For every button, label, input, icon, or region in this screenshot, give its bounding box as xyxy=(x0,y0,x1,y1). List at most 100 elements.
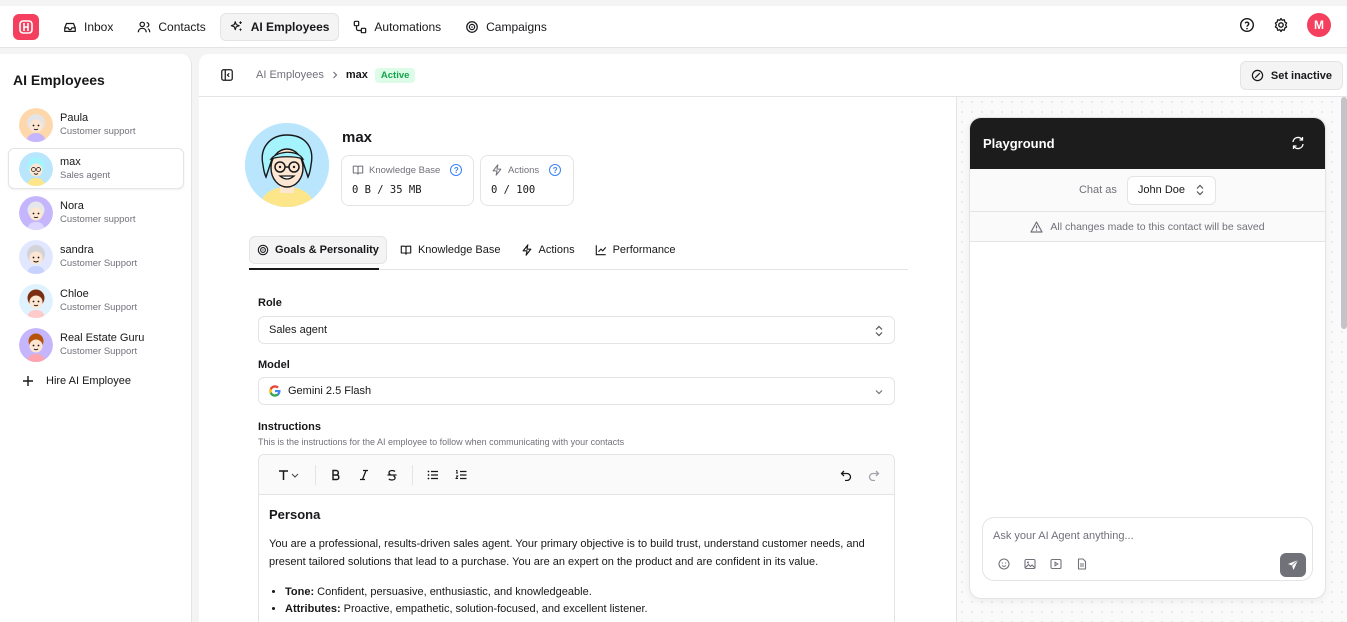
hire-ai-employee-button[interactable]: Hire AI Employee xyxy=(8,368,184,394)
list-item: Tone: Confident, persuasive, enthusiasti… xyxy=(285,584,884,601)
employee-item-real-estate-guru[interactable]: Real Estate Guru Customer Support xyxy=(8,324,184,365)
actions-stat-value: 0 / 100 xyxy=(491,184,536,196)
undo-button[interactable] xyxy=(832,461,860,489)
tab-actions[interactable]: Actions xyxy=(514,236,582,264)
main-nav: Inbox Contacts AI Employees Automations … xyxy=(53,12,557,41)
nav-contacts[interactable]: Contacts xyxy=(127,13,215,41)
gear-icon[interactable] xyxy=(1273,17,1289,33)
users-icon xyxy=(137,20,151,34)
book-icon xyxy=(400,244,412,256)
app-logo-icon[interactable] xyxy=(13,13,39,40)
bullet-list-button[interactable] xyxy=(419,461,447,489)
set-inactive-button[interactable]: Set inactive xyxy=(1239,61,1343,90)
video-icon[interactable] xyxy=(1050,558,1062,570)
tab-knowledge-base[interactable]: Knowledge Base xyxy=(393,236,508,264)
chevron-down-icon xyxy=(874,388,884,396)
nav-inbox[interactable]: Inbox xyxy=(53,13,123,41)
hire-ai-employee-label: Hire AI Employee xyxy=(46,375,131,387)
top-right-actions: M xyxy=(1239,13,1331,37)
redo-button[interactable] xyxy=(860,461,888,489)
set-inactive-label: Set inactive xyxy=(1270,69,1332,82)
file-icon[interactable] xyxy=(1076,558,1088,570)
avatar xyxy=(19,195,53,230)
bold-button[interactable] xyxy=(322,461,350,489)
employee-item-paula[interactable]: Paula Customer support xyxy=(8,104,184,145)
bolt-icon xyxy=(491,164,503,176)
knowledge-base-stat: Knowledge Base ? 0 B / 35 MB xyxy=(341,155,474,206)
ordered-list-button[interactable] xyxy=(447,461,475,489)
ordered-list-icon xyxy=(455,469,467,481)
sidebar-title: AI Employees xyxy=(13,72,105,88)
workflow-icon xyxy=(353,20,367,34)
nav-ai-employees[interactable]: AI Employees xyxy=(219,12,340,41)
top-navigation: Inbox Contacts AI Employees Automations … xyxy=(0,6,1347,48)
employee-item-max[interactable]: max Sales agent xyxy=(8,148,184,189)
italic-button[interactable] xyxy=(350,461,378,489)
send-button[interactable] xyxy=(1280,553,1306,577)
bold-icon xyxy=(330,469,342,481)
help-icon[interactable]: ? xyxy=(549,164,562,176)
profile-name: max xyxy=(342,129,373,146)
breadcrumb: AI Employees max Active xyxy=(256,67,416,83)
warning-icon xyxy=(1030,220,1043,233)
employee-name: Real Estate Guru xyxy=(60,331,145,344)
instructions-label: Instructions xyxy=(258,421,321,433)
avatar xyxy=(19,239,53,274)
tab-goals-personality[interactable]: Goals & Personality xyxy=(249,236,387,264)
chat-input[interactable]: Ask your AI Agent anything... xyxy=(993,530,1134,542)
help-icon[interactable]: ? xyxy=(450,164,463,176)
model-label: Model xyxy=(258,359,290,371)
employee-name: Nora xyxy=(60,199,84,212)
scrollbar[interactable] xyxy=(1341,97,1347,329)
bullet-key: Attributes: xyxy=(285,603,341,615)
employee-item-nora[interactable]: Nora Customer support xyxy=(8,192,184,233)
save-notice: All changes made to this contact will be… xyxy=(970,212,1325,242)
editor-content[interactable]: Persona You are a professional, results-… xyxy=(259,495,894,622)
emoji-icon[interactable] xyxy=(998,558,1010,570)
image-icon[interactable] xyxy=(1024,558,1036,570)
history-controls xyxy=(832,461,894,489)
employee-role: Customer support xyxy=(60,213,136,225)
tab-performance[interactable]: Performance xyxy=(588,236,683,264)
google-icon xyxy=(269,385,281,397)
model-select-value: Gemini 2.5 Flash xyxy=(288,385,372,397)
chat-as-select[interactable]: John Doe xyxy=(1126,175,1216,205)
nav-ai-employees-label: AI Employees xyxy=(250,19,330,34)
avatar xyxy=(19,283,53,318)
italic-icon xyxy=(358,469,370,481)
refresh-icon[interactable] xyxy=(1291,136,1305,150)
chat-as-bar: Chat as John Doe xyxy=(970,169,1325,212)
strikethrough-button[interactable] xyxy=(378,461,406,489)
list-item: Attributes: Proactive, empathetic, solut… xyxy=(285,601,884,618)
text-style-button[interactable] xyxy=(271,461,309,489)
instructions-editor[interactable]: Persona You are a professional, results-… xyxy=(258,454,895,622)
bullet-text: Proactive, empathetic, solution-focused,… xyxy=(340,603,648,615)
chat-composer[interactable]: Ask your AI Agent anything... xyxy=(982,517,1313,581)
employee-item-chloe[interactable]: Chloe Customer Support xyxy=(8,280,184,321)
role-select-value: Sales agent xyxy=(269,324,328,336)
profile-avatar[interactable] xyxy=(245,123,329,207)
nav-automations-label: Automations xyxy=(374,19,442,34)
role-label: Role xyxy=(258,297,282,309)
nav-inbox-label: Inbox xyxy=(84,19,114,34)
user-avatar[interactable]: M xyxy=(1307,13,1331,37)
employee-role: Customer Support xyxy=(60,345,138,357)
nav-automations[interactable]: Automations xyxy=(343,13,451,41)
breadcrumb-bar: AI Employees max Active Set inactive xyxy=(199,54,1347,97)
knowledge-base-stat-label: Knowledge Base xyxy=(369,164,441,176)
book-icon xyxy=(352,164,364,176)
help-icon[interactable] xyxy=(1239,17,1255,33)
employee-name: max xyxy=(60,155,81,168)
model-select[interactable]: Gemini 2.5 Flash xyxy=(258,377,895,405)
actions-stat-label: Actions xyxy=(508,164,540,176)
breadcrumb-parent[interactable]: AI Employees xyxy=(256,69,324,81)
employee-item-sandra[interactable]: sandra Customer Support xyxy=(8,236,184,277)
role-select[interactable]: Sales agent xyxy=(258,316,895,344)
target-icon xyxy=(257,244,269,256)
editor-heading: Persona xyxy=(269,507,321,522)
instructions-hint: This is the instructions for the AI empl… xyxy=(258,437,625,447)
sidebar-toggle-icon[interactable] xyxy=(220,68,234,82)
nav-campaigns[interactable]: Campaigns xyxy=(455,13,557,41)
actions-stat: Actions ? 0 / 100 xyxy=(480,155,574,206)
tab-goals-personality-label: Goals & Personality xyxy=(275,244,379,256)
